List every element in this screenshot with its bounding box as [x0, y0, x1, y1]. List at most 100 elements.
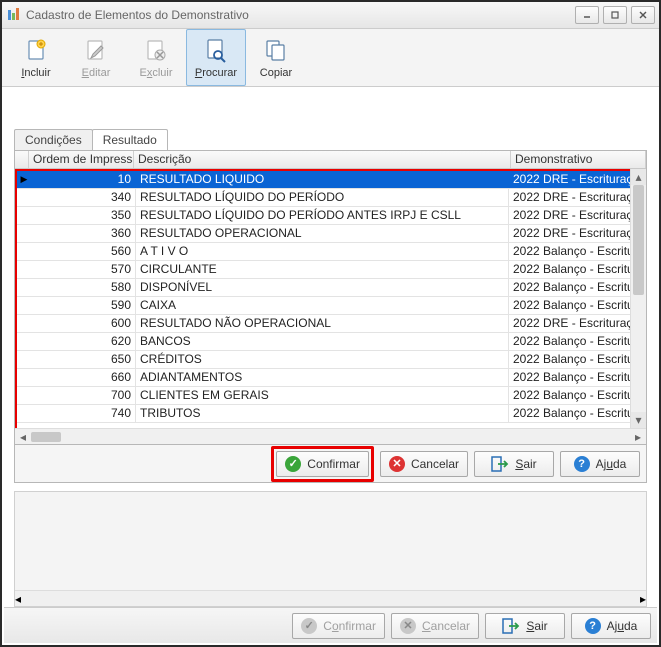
- row-indicator-icon: [17, 405, 31, 422]
- table-row[interactable]: ▶10RESULTADO LIQUIDO2022 DRE - Escritura…: [17, 171, 644, 189]
- scroll-up-icon[interactable]: ▴: [631, 169, 646, 185]
- cell-demonstrativo: 2022 DRE - Escrituração: [509, 189, 644, 206]
- cell-descricao: TRIBUTOS: [136, 405, 509, 422]
- button-label: Cancelar: [411, 457, 459, 471]
- cell-descricao: DISPONÍVEL: [136, 279, 509, 296]
- bottom-cancelar-button[interactable]: ✕ Cancelar: [391, 613, 479, 639]
- cell-demonstrativo: 2022 Balanço - Escritura: [509, 297, 644, 314]
- row-indicator-icon: [17, 369, 31, 386]
- cell-ordem: 650: [31, 351, 136, 368]
- button-label: Ajuda: [596, 457, 627, 471]
- table-row[interactable]: 570CIRCULANTE2022 Balanço - Escritura: [17, 261, 644, 279]
- cell-ordem: 600: [31, 315, 136, 332]
- row-indicator-icon: [17, 243, 31, 260]
- scroll-left-icon[interactable]: ◂: [15, 429, 31, 445]
- sair-button[interactable]: Sair: [474, 451, 554, 477]
- table-row[interactable]: 600RESULTADO NÃO OPERACIONAL2022 DRE - E…: [17, 315, 644, 333]
- cell-demonstrativo: 2022 Balanço - Escritura: [509, 243, 644, 260]
- row-indicator-icon: [17, 315, 31, 332]
- check-icon: ✓: [301, 618, 317, 634]
- table-row[interactable]: 340RESULTADO LÍQUIDO DO PERÍODO2022 DRE …: [17, 189, 644, 207]
- cancel-icon: ✕: [389, 456, 405, 472]
- table-row[interactable]: 350RESULTADO LÍQUIDO DO PERÍODO ANTES IR…: [17, 207, 644, 225]
- table-row[interactable]: 740TRIBUTOS2022 Balanço - Escritura: [17, 405, 644, 423]
- column-header-ordem[interactable]: Ordem de Impressão: [29, 151, 134, 168]
- table-row[interactable]: 650CRÉDITOS2022 Balanço - Escritura: [17, 351, 644, 369]
- minimize-button[interactable]: [575, 6, 599, 24]
- grid-header: Ordem de Impressão Descrição Demonstrati…: [15, 151, 646, 169]
- button-label: Confirmar: [323, 619, 376, 633]
- confirmar-button[interactable]: ✓ Confirmar: [276, 451, 369, 477]
- column-header-demonstrativo[interactable]: Demonstrativo: [511, 151, 646, 168]
- close-button[interactable]: [631, 6, 655, 24]
- app-window: Cadastro de Elementos do Demonstrativo I…: [0, 0, 661, 647]
- toolbar-editar[interactable]: Editar: [66, 29, 126, 86]
- tab-resultado[interactable]: Resultado: [92, 129, 168, 150]
- toolbar-label: Editar: [82, 67, 111, 79]
- vertical-scrollbar[interactable]: ▴ ▾: [630, 169, 646, 428]
- bottom-ajuda-button[interactable]: ? Ajuda: [571, 613, 651, 639]
- table-row[interactable]: 620BANCOS2022 Balanço - Escritura: [17, 333, 644, 351]
- scroll-down-icon[interactable]: ▾: [631, 412, 646, 428]
- search-document-icon: [202, 37, 230, 65]
- cancelar-button[interactable]: ✕ Cancelar: [380, 451, 468, 477]
- delete-document-icon: [142, 37, 170, 65]
- cell-demonstrativo: 2022 Balanço - Escritura: [509, 351, 644, 368]
- horizontal-scrollbar[interactable]: ◂ ▸: [15, 428, 646, 444]
- tab-condicoes[interactable]: Condições: [14, 129, 93, 150]
- cell-ordem: 10: [31, 171, 136, 188]
- toolbar-excluir[interactable]: Excluir: [126, 29, 186, 86]
- table-row[interactable]: 590CAIXA2022 Balanço - Escritura: [17, 297, 644, 315]
- row-indicator-icon: [17, 279, 31, 296]
- table-row[interactable]: 580DISPONÍVEL2022 Balanço - Escritura: [17, 279, 644, 297]
- cell-ordem: 360: [31, 225, 136, 242]
- bottom-confirmar-button[interactable]: ✓ Confirmar: [292, 613, 385, 639]
- maximize-button[interactable]: [603, 6, 627, 24]
- button-label: Ajuda: [607, 619, 638, 633]
- cell-demonstrativo: 2022 DRE - Escrituração: [509, 207, 644, 224]
- ajuda-button[interactable]: ? Ajuda: [560, 451, 640, 477]
- grid-body: ▶10RESULTADO LIQUIDO2022 DRE - Escritura…: [15, 169, 646, 444]
- toolbar-label: Copiar: [260, 67, 292, 79]
- help-icon: ?: [585, 618, 601, 634]
- cancel-icon: ✕: [400, 618, 416, 634]
- copy-document-icon: [262, 37, 290, 65]
- cell-ordem: 740: [31, 405, 136, 422]
- toolbar-copiar[interactable]: Copiar: [246, 29, 306, 86]
- cell-ordem: 580: [31, 279, 136, 296]
- window-title: Cadastro de Elementos do Demonstrativo: [26, 8, 575, 22]
- results-panel: Ordem de Impressão Descrição Demonstrati…: [14, 150, 647, 445]
- cell-descricao: CLIENTES EM GERAIS: [136, 387, 509, 404]
- table-row[interactable]: 660ADIANTAMENTOS2022 Balanço - Escritura: [17, 369, 644, 387]
- table-row[interactable]: 360RESULTADO OPERACIONAL2022 DRE - Escri…: [17, 225, 644, 243]
- toolbar-procurar[interactable]: Procurar: [186, 29, 246, 86]
- bottom-sair-button[interactable]: Sair: [485, 613, 565, 639]
- scroll-right-icon[interactable]: ▸: [630, 429, 646, 445]
- cell-descricao: RESULTADO LIQUIDO: [136, 171, 509, 188]
- cell-ordem: 340: [31, 189, 136, 206]
- titlebar: Cadastro de Elementos do Demonstrativo: [2, 2, 659, 29]
- cell-demonstrativo: 2022 Balanço - Escritura: [509, 333, 644, 350]
- table-row[interactable]: 560A T I V O2022 Balanço - Escritura: [17, 243, 644, 261]
- scroll-right-icon[interactable]: ▸: [640, 592, 646, 606]
- scroll-left-icon[interactable]: ◂: [15, 592, 21, 606]
- exit-icon: [502, 618, 520, 634]
- edit-document-icon: [82, 37, 110, 65]
- column-header-descricao[interactable]: Descrição: [134, 151, 511, 168]
- check-icon: ✓: [285, 456, 301, 472]
- row-indicator-icon: [17, 297, 31, 314]
- toolbar-label: Excluir: [139, 67, 172, 79]
- cell-descricao: ADIANTAMENTOS: [136, 369, 509, 386]
- button-label: Sair: [526, 619, 547, 633]
- cell-demonstrativo: 2022 Balanço - Escritura: [509, 405, 644, 422]
- confirm-highlight: ✓ Confirmar: [271, 446, 374, 482]
- cell-ordem: 350: [31, 207, 136, 224]
- button-label: Sair: [515, 457, 536, 471]
- exit-icon: [491, 456, 509, 472]
- table-row[interactable]: 700CLIENTES EM GERAIS2022 Balanço - Escr…: [17, 387, 644, 405]
- cell-demonstrativo: 2022 Balanço - Escritura: [509, 387, 644, 404]
- toolbar-incluir[interactable]: Incluir: [6, 29, 66, 86]
- cell-ordem: 570: [31, 261, 136, 278]
- toolbar-label: Procurar: [195, 67, 237, 79]
- row-indicator-icon: [17, 387, 31, 404]
